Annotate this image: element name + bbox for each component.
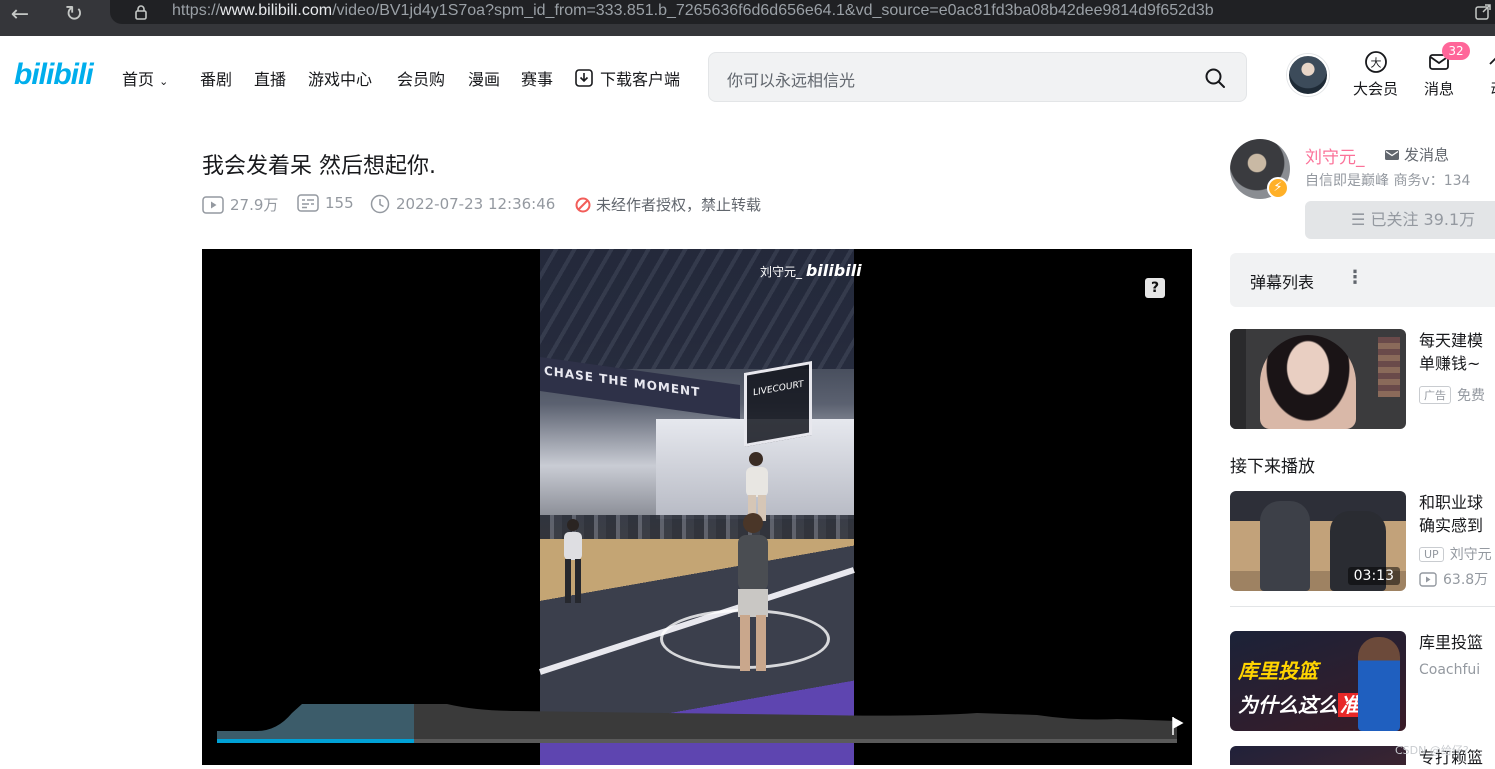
ad-portrait bbox=[1260, 335, 1356, 429]
back-arrow-icon[interactable]: ← bbox=[6, 2, 34, 30]
nav-manga[interactable]: 漫画 bbox=[468, 66, 500, 90]
user-avatar[interactable] bbox=[1287, 54, 1329, 96]
next-video-up[interactable]: UP 刘守元 bbox=[1419, 544, 1492, 564]
play-count-icon bbox=[202, 195, 224, 214]
nav-anime[interactable]: 番剧 bbox=[200, 66, 232, 90]
uploader-name[interactable]: 刘守元_ bbox=[1305, 143, 1365, 168]
help-icon[interactable]: ? bbox=[1145, 278, 1165, 298]
vip-icon: 大 bbox=[1364, 51, 1387, 73]
dynamic-icon bbox=[1489, 57, 1495, 65]
site-header: bilibili 首页 ⌄ 番剧 直播 游戏中心 会员购 漫画 赛事 下载客户端… bbox=[0, 36, 1495, 116]
up-tag-icon: UP bbox=[1419, 546, 1444, 562]
next-up-label: 接下来播放 bbox=[1230, 457, 1315, 477]
next-video-thumbnail[interactable]: 03:13 bbox=[1230, 491, 1406, 591]
danmaku-list-label: 弹幕列表 bbox=[1250, 273, 1315, 292]
clock-icon bbox=[370, 194, 390, 214]
nav-download-client[interactable]: 下载客户端 bbox=[574, 66, 680, 90]
dynamic-button[interactable]: 动 bbox=[1486, 50, 1495, 99]
lightning-badge-icon: ⚡ bbox=[1267, 177, 1289, 199]
ad-tag: 广告 bbox=[1419, 386, 1451, 404]
nav-vip-shop[interactable]: 会员购 bbox=[397, 66, 445, 90]
bilibili-logo[interactable]: bilibili bbox=[14, 58, 94, 92]
envelope-icon bbox=[1385, 149, 1399, 160]
url-text[interactable]: https://www.bilibili.com/video/BV1jd4y1S… bbox=[172, 2, 1214, 20]
danmaku-count: 155 bbox=[297, 194, 354, 212]
uploader-description: 自信即是巅峰 商务v：134 bbox=[1305, 173, 1471, 189]
forbidden-icon bbox=[575, 197, 591, 212]
video-title: 我会发着呆 然后想起你. bbox=[202, 154, 436, 179]
spectator-player bbox=[564, 519, 582, 603]
basketball-backboard: LIVECOURT bbox=[744, 361, 812, 447]
thumb-player-a bbox=[1260, 501, 1310, 591]
ad-sub: 广告 免费 bbox=[1419, 385, 1485, 405]
reload-icon[interactable]: ↻ bbox=[60, 2, 88, 30]
nav-esports[interactable]: 赛事 bbox=[521, 66, 553, 90]
ad-title[interactable]: 每天建模 单赚钱~ bbox=[1419, 329, 1483, 375]
lock-icon bbox=[135, 5, 147, 20]
browser-address-bar: ← ↻ https://www.bilibili.com/video/BV1jd… bbox=[0, 0, 1495, 36]
csdn-watermark: CSDN @给仔? bbox=[1395, 744, 1469, 757]
view-count: 27.9万 bbox=[202, 194, 278, 215]
copyright-notice: 未经作者授权，禁止转载 bbox=[574, 194, 761, 215]
thumb-text-1: 库里投篮 bbox=[1238, 659, 1318, 683]
video-player[interactable]: CHASE THE MOMENT LIVECOURT 刘守元_ bilibili… bbox=[202, 249, 1192, 765]
rec-video-2-thumbnail[interactable] bbox=[1230, 746, 1406, 765]
progress-fill bbox=[217, 739, 414, 743]
publish-date: 2022-07-23 12:36:46 bbox=[370, 194, 555, 214]
danmaku-heat-curve bbox=[217, 704, 1177, 743]
more-options-icon[interactable]: ⋮ bbox=[1346, 267, 1364, 288]
rec-video-title[interactable]: 库里投篮 bbox=[1419, 631, 1483, 654]
send-message-button[interactable]: 发消息 bbox=[1384, 144, 1449, 165]
play-count-icon bbox=[1419, 571, 1437, 587]
next-video-title[interactable]: 和职业球 确实感到 bbox=[1419, 491, 1483, 537]
rec-video-thumbnail[interactable]: 库里投篮 为什么这么准！ bbox=[1230, 631, 1406, 731]
search-input[interactable]: 你可以永远相信光 bbox=[727, 67, 855, 91]
following-button[interactable]: ☰ 已关注 39.1万 bbox=[1305, 201, 1495, 239]
video-duration: 03:13 bbox=[1347, 567, 1400, 585]
defending-player bbox=[738, 513, 768, 671]
search-box[interactable]: 你可以永远相信光 bbox=[708, 52, 1247, 102]
open-external-icon[interactable] bbox=[1474, 3, 1492, 21]
danmaku-list-panel[interactable]: 弹幕列表 ⋮ bbox=[1230, 253, 1495, 307]
next-video-views: 63.8万 bbox=[1419, 569, 1488, 589]
nav-home[interactable]: 首页 ⌄ bbox=[122, 66, 168, 90]
menu-icon: ☰ bbox=[1351, 210, 1366, 229]
nav-game-center[interactable]: 游戏中心 bbox=[308, 66, 372, 90]
download-icon bbox=[575, 69, 593, 87]
highlight-pin-icon[interactable] bbox=[1170, 715, 1184, 737]
divider bbox=[1230, 606, 1495, 607]
ad-palette bbox=[1378, 337, 1400, 397]
ad-toolbar bbox=[1230, 329, 1246, 429]
video-frame: CHASE THE MOMENT LIVECOURT bbox=[539, 249, 855, 765]
nav-live[interactable]: 直播 bbox=[254, 66, 286, 90]
search-icon[interactable] bbox=[1203, 66, 1227, 90]
thumb-player bbox=[1358, 637, 1400, 731]
video-watermark: 刘守元_ bilibili bbox=[760, 261, 862, 280]
ad-thumbnail[interactable] bbox=[1230, 329, 1406, 429]
svg-text:大: 大 bbox=[1370, 56, 1381, 70]
chevron-down-icon: ⌄ bbox=[159, 75, 169, 88]
danmaku-icon bbox=[297, 194, 319, 212]
rec-video-up[interactable]: Coachfui bbox=[1419, 662, 1480, 678]
vip-button[interactable]: 大 大会员 bbox=[1353, 50, 1398, 99]
message-count-badge: 32 bbox=[1442, 42, 1470, 60]
